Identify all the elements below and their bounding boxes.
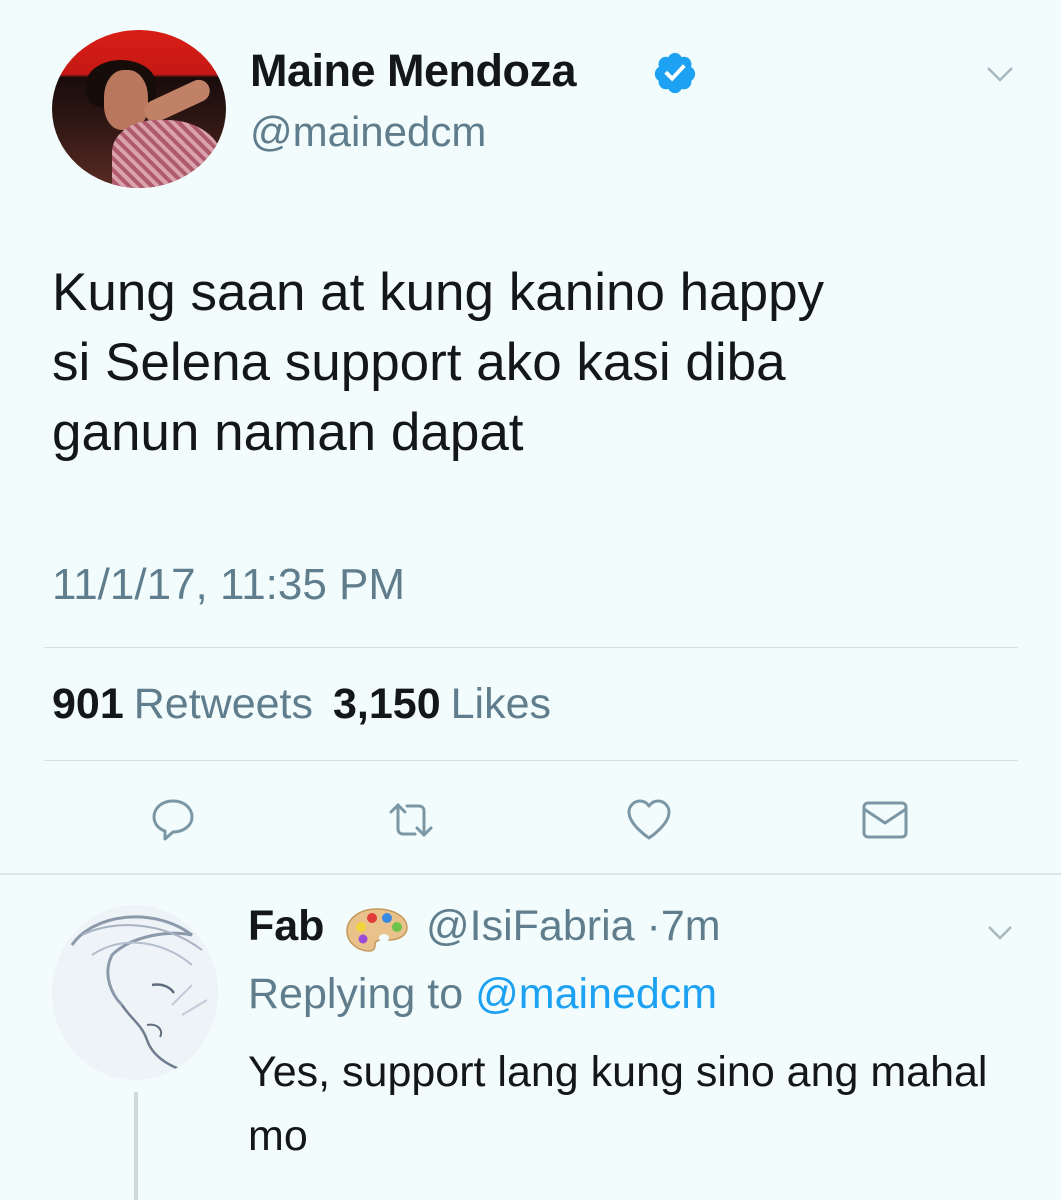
reply-author-avatar[interactable] bbox=[52, 905, 218, 1080]
chevron-down-icon[interactable] bbox=[986, 920, 1014, 944]
chevron-down-icon[interactable] bbox=[984, 60, 1016, 88]
artist-palette-icon bbox=[346, 908, 408, 952]
replying-mention-link[interactable]: @mainedcm bbox=[475, 970, 717, 1018]
reply-text: Yes, support lang kung sino ang mahal mo bbox=[248, 1048, 988, 1160]
thread-line bbox=[134, 1092, 138, 1200]
reply-icon[interactable] bbox=[148, 795, 198, 845]
author-name[interactable]: Maine Mendoza bbox=[250, 45, 577, 97]
like-icon[interactable] bbox=[624, 795, 674, 845]
meta-separator: · bbox=[646, 902, 661, 950]
tweet-timestamp[interactable]: 11/1/17, 11:35 PM bbox=[52, 560, 405, 610]
message-icon[interactable] bbox=[860, 795, 910, 845]
retweets-count[interactable]: 901 bbox=[52, 680, 124, 728]
author-avatar[interactable] bbox=[52, 30, 226, 188]
sketch-portrait-image bbox=[52, 905, 218, 1080]
reply-time[interactable]: 7m bbox=[661, 902, 721, 950]
replying-to: Replying to @mainedcm bbox=[248, 970, 717, 1019]
likes-label[interactable]: Likes bbox=[451, 680, 551, 728]
divider bbox=[44, 647, 1018, 648]
reply-author-name[interactable]: Fab bbox=[248, 902, 324, 951]
section-separator bbox=[0, 873, 1061, 875]
avatar-dress bbox=[112, 120, 222, 188]
tweet-text-line: Kung saan at kung kanino happy bbox=[52, 263, 825, 322]
tweet-text-line: si Selena support ako kasi diba bbox=[52, 333, 786, 392]
replying-prefix: Replying to bbox=[248, 970, 464, 1018]
reply-meta: @IsiFabria ·7m bbox=[426, 902, 721, 951]
reply-author-handle[interactable]: @IsiFabria bbox=[426, 902, 635, 950]
tweet-text-line: ganun naman dapat bbox=[52, 403, 524, 462]
divider bbox=[44, 760, 1018, 761]
tweet-stats: 901 Retweets 3,150 Likes bbox=[52, 680, 571, 729]
author-handle[interactable]: @mainedcm bbox=[250, 108, 486, 156]
verified-badge-icon bbox=[654, 52, 696, 94]
likes-count[interactable]: 3,150 bbox=[333, 680, 441, 728]
retweet-icon[interactable] bbox=[386, 795, 436, 845]
retweets-label[interactable]: Retweets bbox=[134, 680, 313, 728]
tweet-text: Kung saan at kung kanino happy si Selena… bbox=[52, 258, 1042, 468]
